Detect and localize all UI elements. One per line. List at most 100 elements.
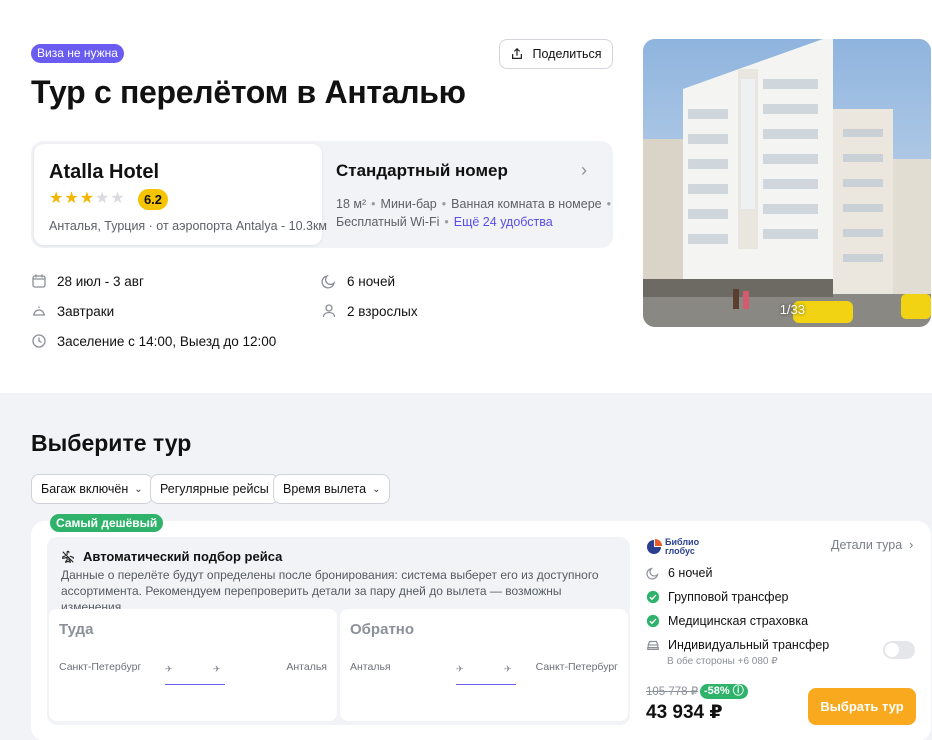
amenity-bathroom: Ванная комната в номере — [451, 197, 602, 211]
hotel-overview: Виза не нужна Поделиться Тур с перелётом… — [0, 0, 932, 393]
cheapest-badge: Самый дешёвый — [50, 514, 164, 532]
plane-takeoff-icon: ✈ — [165, 664, 173, 674]
moon-icon — [321, 274, 336, 289]
car-icon — [647, 640, 659, 650]
tour-details-label: Детали тура — [831, 538, 903, 552]
cloche-icon — [33, 306, 45, 316]
discount-badge: -58% ⓘ — [700, 684, 748, 699]
room-amenities-line1: 18 м² • Мини-бар • Ванная комната в номере • — [336, 197, 611, 211]
feature-insurance: Медицинская страховка — [646, 614, 808, 628]
filter-time-label: Время вылета — [283, 482, 367, 496]
amenity-wifi: Бесплатный Wi-Fi — [336, 215, 440, 229]
feature-individual-transfer: Индивидуальный трансфер — [646, 638, 829, 652]
plane-off-icon — [62, 550, 74, 563]
trip-nights: 6 ночей — [321, 273, 395, 289]
section-title: Выберите тур — [31, 430, 192, 456]
leg-route-line — [165, 684, 225, 685]
star-icon: ★ — [64, 190, 79, 207]
feature-group-transfer-text: Групповой трансфер — [668, 590, 789, 604]
room-amenities-line2: Бесплатный Wi-Fi • Ещё 24 удобства — [336, 215, 553, 229]
amenity-area: 18 м² — [336, 197, 367, 211]
choose-tour-button[interactable]: Выбрать тур — [808, 688, 916, 725]
share-icon — [512, 47, 523, 59]
filter-departure-time[interactable]: Время вылета ⌄ — [273, 474, 391, 504]
star-icon: ★ — [49, 190, 64, 207]
individual-transfer-toggle[interactable] — [883, 641, 915, 659]
filter-regular-flights[interactable]: Регулярные рейсы — [150, 474, 279, 504]
leg-to: Санкт-Петербург — [535, 661, 618, 673]
feature-insurance-text: Медицинская страховка — [668, 614, 809, 628]
auto-flight-description: Данные о перелёте будут определены после… — [61, 568, 599, 614]
info-icon: ⓘ — [732, 685, 744, 697]
share-button[interactable]: Поделиться — [499, 39, 613, 69]
leg-route-line — [456, 684, 516, 685]
chevron-right-icon[interactable]: › — [581, 160, 587, 181]
feature-group-transfer: Групповой трансфер — [646, 590, 789, 604]
hotel-stars: ★ ★ ★ ★ ★ — [49, 191, 125, 207]
leg-from: Анталья — [350, 661, 391, 673]
auto-flight-title-text: Автоматический подбор рейса — [83, 549, 283, 564]
clock-icon — [32, 334, 46, 348]
check-icon — [646, 590, 660, 604]
visa-badge: Виза не нужна — [31, 44, 124, 63]
old-price: 105 778 ₽ — [646, 686, 699, 698]
feature-nights-text: 6 ночей — [668, 566, 713, 580]
star-empty-icon: ★ — [110, 190, 125, 207]
tour-details-link[interactable]: Детали тура › — [831, 538, 913, 552]
operator-logo-mark — [647, 539, 662, 554]
amenity-minibar: Мини-бар — [380, 197, 437, 211]
operator-logo: Библио глобус — [646, 538, 699, 556]
chevron-down-icon: ⌄ — [134, 483, 143, 495]
trip-meals-text: Завтраки — [57, 303, 115, 319]
tour-selection-section: Выберите тур Багаж включён ⌄ Регулярные … — [0, 393, 932, 740]
page-title: Тур с перелётом в Анталью — [31, 74, 466, 110]
leg-title: Туда — [59, 621, 94, 638]
filter-baggage[interactable]: Багаж включён ⌄ — [31, 474, 153, 504]
person-icon — [322, 304, 336, 318]
flight-leg-outbound[interactable]: Туда Санкт-Петербург ✈ ✈ Анталья — [49, 609, 337, 721]
hotel-name: Atalla Hotel — [49, 161, 160, 183]
moon-icon — [646, 567, 659, 580]
tour-summary: Библио глобус Детали тура › 6 ночей Груп… — [646, 521, 931, 740]
chevron-right-icon: › — [905, 538, 914, 552]
trip-nights-text: 6 ночей — [347, 273, 396, 289]
trip-meals: Завтраки — [31, 303, 114, 319]
tour-card: Автоматический подбор рейса Данные о пер… — [31, 521, 931, 740]
tour-price: 43 934 ₽ — [646, 702, 723, 723]
chevron-down-icon: ⌄ — [372, 483, 381, 495]
filter-regular-label: Регулярные рейсы — [160, 482, 269, 496]
room-title[interactable]: Стандартный номер — [336, 161, 508, 181]
trip-guests-text: 2 взрослых — [347, 303, 418, 319]
calendar-icon — [32, 274, 46, 288]
individual-transfer-price: В обе стороны +6 080 ₽ — [667, 656, 778, 667]
leg-to: Анталья — [286, 661, 327, 673]
share-label: Поделиться — [532, 47, 602, 61]
flight-info-box: Автоматический подбор рейса Данные о пер… — [47, 537, 630, 725]
hotel-location: Анталья, Турция · от аэропорта Antalya -… — [49, 219, 328, 233]
trip-checkin: Заселение с 14:00, Выезд до 12:00 — [31, 333, 276, 349]
trip-dates-text: 28 июл - 3 авг — [57, 273, 144, 289]
hotel-room-panel: Atalla Hotel ★ ★ ★ ★ ★ 6.2 Анталья, Турц… — [31, 141, 613, 248]
auto-flight-title: Автоматический подбор рейса — [61, 549, 282, 564]
flight-leg-return[interactable]: Обратно Анталья ✈ ✈ Санкт-Петербург — [340, 609, 628, 721]
hotel-card[interactable]: Atalla Hotel ★ ★ ★ ★ ★ 6.2 Анталья, Турц… — [34, 144, 327, 245]
star-icon: ★ — [79, 190, 95, 207]
trip-checkin-text: Заселение с 14:00, Выезд до 12:00 — [57, 333, 277, 349]
operator-logo-text2: глобус — [665, 546, 695, 556]
hotel-photo[interactable]: 1/33 — [643, 39, 931, 327]
discount-text: -58% — [704, 685, 730, 697]
plane-landing-icon: ✈ — [213, 664, 221, 674]
photo-counter: 1/33 — [779, 302, 805, 317]
hotel-photo-image — [643, 39, 931, 327]
filter-baggage-label: Багаж включён — [41, 482, 129, 496]
feature-individual-transfer-text: Индивидуальный трансфер — [668, 638, 830, 652]
rating-badge: 6.2 — [138, 189, 168, 210]
trip-guests: 2 взрослых — [321, 303, 418, 319]
star-empty-icon: ★ — [95, 190, 110, 207]
trip-dates: 28 июл - 3 авг — [31, 273, 144, 289]
leg-from: Санкт-Петербург — [59, 661, 142, 673]
more-amenities-link[interactable]: Ещё 24 удобства — [454, 215, 553, 229]
feature-nights: 6 ночей — [646, 566, 712, 580]
plane-landing-icon: ✈ — [504, 664, 512, 674]
plane-takeoff-icon: ✈ — [456, 664, 464, 674]
